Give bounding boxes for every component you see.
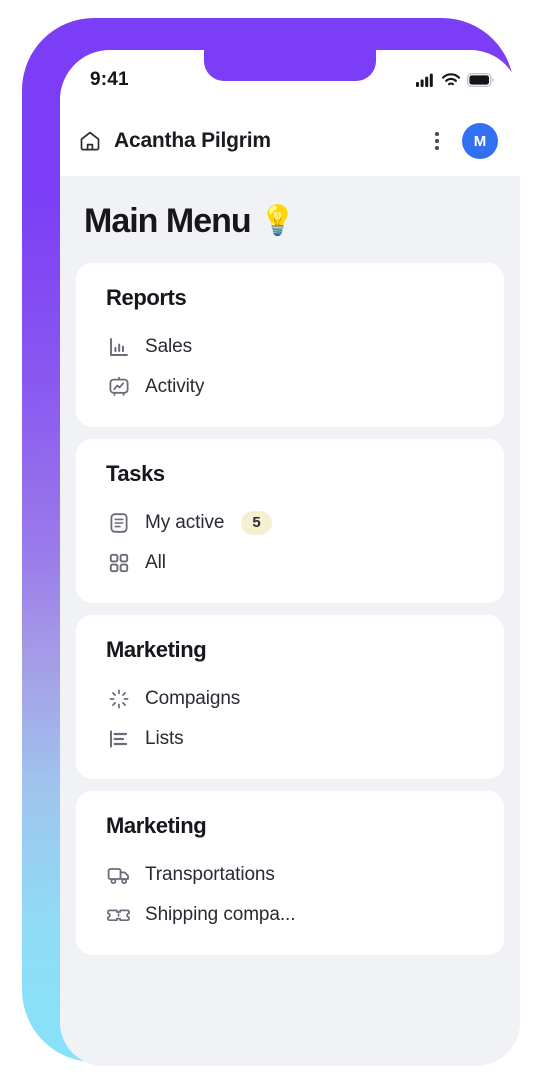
document-icon bbox=[106, 510, 132, 536]
page-title-breadcrumb: Acantha Pilgrim bbox=[114, 129, 271, 152]
menu-item-all[interactable]: All bbox=[98, 543, 482, 583]
app-bar-right: M bbox=[426, 123, 498, 159]
kebab-dot bbox=[435, 139, 439, 143]
home-icon[interactable] bbox=[78, 129, 102, 153]
page-title-text: Main Menu bbox=[84, 202, 252, 240]
status-bar-time: 9:41 bbox=[90, 69, 129, 90]
app-bar: Acantha Pilgrim M bbox=[60, 106, 520, 176]
screenshot-stage: 9:41 Acantha Pilgrim M Main Menu 💡 Repor… bbox=[0, 0, 536, 1080]
menu-cards: Reports Sales Activity Tasks My active 5… bbox=[60, 263, 520, 955]
grid-icon bbox=[106, 550, 132, 576]
kebab-menu-icon[interactable] bbox=[426, 127, 448, 155]
menu-item-label: Shipping compa... bbox=[145, 904, 296, 925]
menu-card: Marketing Compaigns Lists bbox=[76, 615, 504, 779]
notch-corner-right bbox=[376, 50, 390, 63]
menu-item-lists[interactable]: Lists bbox=[98, 719, 482, 759]
phone-frame: 9:41 Acantha Pilgrim M Main Menu 💡 Repor… bbox=[22, 18, 520, 1066]
activity-board-icon bbox=[106, 374, 132, 400]
kebab-dot bbox=[435, 146, 439, 150]
wifi-icon bbox=[442, 73, 460, 87]
main-content: Main Menu 💡 Reports Sales Activity Tasks… bbox=[60, 176, 520, 1066]
menu-card: Marketing Transportations Shipping compa… bbox=[76, 791, 504, 955]
menu-item-shipping-companies[interactable]: Shipping compa... bbox=[98, 895, 482, 935]
truck-icon bbox=[106, 862, 132, 888]
menu-item-activity[interactable]: Activity bbox=[98, 367, 482, 407]
menu-item-label: My active bbox=[145, 512, 225, 533]
menu-card: Tasks My active 5 All bbox=[76, 439, 504, 603]
card-title: Marketing bbox=[106, 637, 207, 662]
menu-item-transportations[interactable]: Transportations bbox=[98, 855, 482, 895]
phone-screen: 9:41 Acantha Pilgrim M Main Menu 💡 Repor… bbox=[60, 50, 520, 1066]
card-title: Tasks bbox=[106, 461, 165, 486]
kebab-dot bbox=[435, 132, 439, 136]
page-title: Main Menu 💡 bbox=[60, 176, 520, 263]
menu-item-label: All bbox=[145, 552, 166, 573]
list-icon bbox=[106, 726, 132, 752]
card-title: Reports bbox=[106, 285, 187, 310]
notch-corner-left bbox=[190, 50, 204, 63]
status-badge: 5 bbox=[241, 510, 272, 536]
cellular-signal-icon bbox=[416, 73, 435, 87]
spinner-icon bbox=[106, 686, 132, 712]
app-bar-left[interactable]: Acantha Pilgrim bbox=[78, 129, 426, 153]
status-bar: 9:41 bbox=[60, 50, 520, 106]
avatar[interactable]: M bbox=[462, 123, 498, 159]
ticket-icon bbox=[106, 902, 132, 928]
menu-item-label: Sales bbox=[145, 336, 193, 357]
menu-item-label: Lists bbox=[145, 728, 184, 749]
battery-icon bbox=[467, 73, 494, 87]
card-title: Marketing bbox=[106, 813, 207, 838]
menu-card: Reports Sales Activity bbox=[76, 263, 504, 427]
menu-item-sales[interactable]: Sales bbox=[98, 327, 482, 367]
status-bar-icons bbox=[416, 69, 494, 87]
menu-item-compaigns[interactable]: Compaigns bbox=[98, 679, 482, 719]
phone-notch bbox=[190, 50, 390, 81]
menu-item-label: Transportations bbox=[145, 864, 275, 885]
lightbulb-icon: 💡 bbox=[259, 205, 296, 237]
menu-item-label: Activity bbox=[145, 376, 205, 397]
bar-chart-icon bbox=[106, 334, 132, 360]
menu-item-label: Compaigns bbox=[145, 688, 241, 709]
menu-item-my-active[interactable]: My active 5 bbox=[98, 503, 482, 543]
